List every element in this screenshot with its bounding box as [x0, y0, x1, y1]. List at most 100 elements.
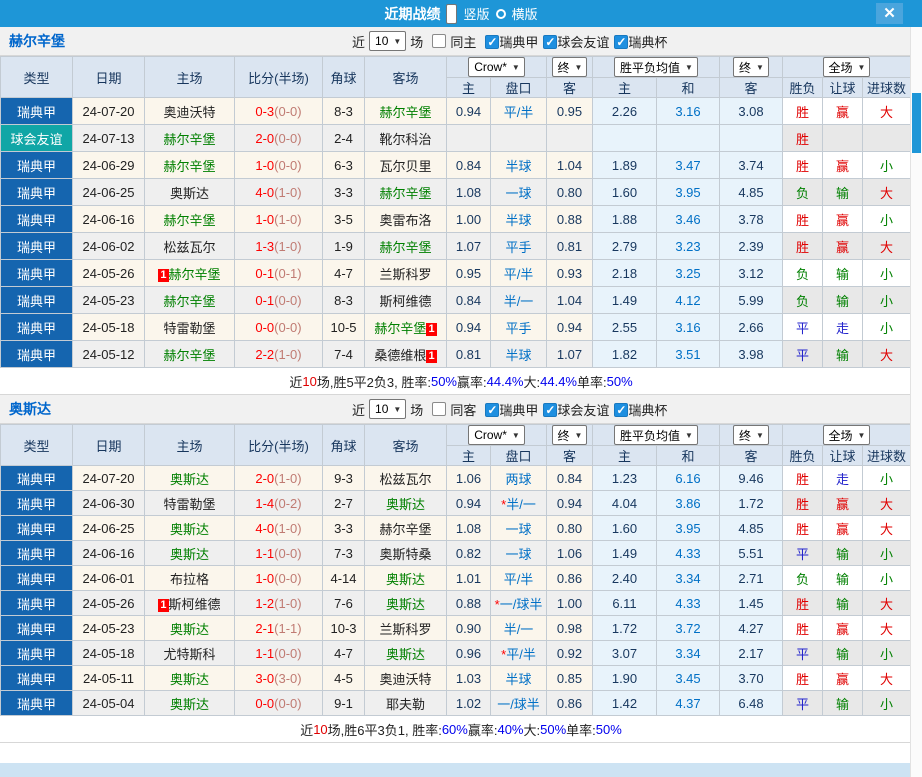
- cell-score: 2-2(1-0): [234, 340, 323, 368]
- cell-type: 瑞典甲: [0, 151, 73, 179]
- cell-type: 瑞典甲: [0, 540, 73, 566]
- team-label: 赫尔辛堡: [374, 320, 427, 336]
- cell-score: 1-0(0-0): [234, 565, 323, 591]
- cell-corners: 7-3: [322, 540, 365, 566]
- league-checkbox[interactable]: [485, 34, 500, 49]
- summary-segment: 赢率:: [457, 374, 487, 390]
- summary-segment: 10: [302, 373, 317, 389]
- bookmaker-select[interactable]: Crow* ▼: [468, 425, 525, 445]
- cell-type: 瑞典甲: [0, 465, 73, 491]
- halftime-score: (0-0): [274, 130, 302, 146]
- cell-avg-away: 4.85: [719, 178, 783, 206]
- team-label: 赫尔辛堡: [379, 239, 432, 255]
- chevron-down-icon: ▼: [574, 62, 583, 72]
- cell-date: 24-05-26: [72, 590, 145, 616]
- team-label: 赫尔辛堡: [163, 293, 216, 309]
- league-checkbox[interactable]: [543, 402, 558, 417]
- odds-stage-select[interactable]: 终 ▼: [551, 425, 588, 445]
- recent-results-window: 近期战绩 竖版 横版 ✕ 赫尔辛堡 近 10▼ 场 同主 瑞典甲球会友谊瑞典杯: [0, 0, 922, 777]
- league-checkbox[interactable]: [485, 402, 500, 417]
- cell-avg-away: 3.12: [719, 259, 783, 287]
- cell-odds-home: 1.03: [446, 665, 491, 691]
- cell-away-team: 奥迪沃特: [364, 665, 447, 691]
- cell-type: 瑞典甲: [0, 286, 73, 314]
- cell-corners: 4-7: [322, 640, 365, 666]
- fulltime-score: 1-1: [255, 645, 275, 661]
- halftime-score: (1-0): [274, 211, 302, 227]
- col-avg-away: 客: [719, 77, 783, 98]
- league-checkbox[interactable]: [614, 34, 629, 49]
- avg-stage-select[interactable]: 终 ▼: [733, 425, 769, 445]
- red-card-badge: 1: [158, 268, 169, 282]
- cell-result-goals: 大: [862, 490, 911, 516]
- match-row: 瑞典甲 24-05-11 奥斯达 3-0(3-0) 4-5 奥迪沃特 1.03 半球 0.85 1…: [0, 665, 911, 691]
- cell-home-team: 特雷勒堡: [144, 313, 235, 341]
- match-row: 瑞典甲 24-05-18 尤特斯科 1-1(0-0) 4-7 奥斯达 0.96 *平/半 0.9…: [0, 640, 911, 666]
- cell-result-wdl: 负: [782, 565, 823, 591]
- league-checkbox[interactable]: [614, 402, 629, 417]
- cell-odds-home: 0.94: [446, 97, 491, 125]
- cell-result-handicap: 输: [822, 178, 863, 206]
- cell-result-wdl: 平: [782, 640, 823, 666]
- cell-odds-away: 1.04: [546, 286, 593, 314]
- cell-corners: 2-4: [322, 124, 365, 152]
- cell-avg-home: 1.49: [592, 286, 657, 314]
- fulltime-score: 4-0: [255, 184, 275, 200]
- col-avg-away: 客: [719, 445, 783, 466]
- horizontal-layout-radio[interactable]: [495, 8, 506, 19]
- halftime-score: (0-0): [274, 545, 302, 561]
- fulltime-score: 4-0: [255, 520, 275, 536]
- match-row: 瑞典甲 24-06-16 赫尔辛堡 1-0(1-0) 3-5 奥雷布洛 1.00 半球 0.88…: [0, 205, 911, 233]
- fulltime-select[interactable]: 全场 ▼: [822, 57, 871, 77]
- cell-type: 瑞典甲: [0, 565, 73, 591]
- cell-handicap: 一球: [490, 540, 547, 566]
- match-count-select[interactable]: 10 ▼: [369, 399, 407, 419]
- cell-odds-home: 0.90: [446, 615, 491, 641]
- cell-odds-away: 0.94: [546, 313, 593, 341]
- cell-corners: 9-1: [322, 690, 365, 716]
- cell-score: 2-1(1-1): [234, 615, 323, 641]
- cell-score: 0-0(0-0): [234, 690, 323, 716]
- close-icon: ✕: [883, 5, 896, 22]
- scrollbar[interactable]: [910, 27, 922, 777]
- cell-away-team: 赫尔辛堡: [364, 232, 447, 260]
- bookmaker-select[interactable]: Crow* ▼: [468, 57, 525, 77]
- odds-stage-select[interactable]: 终 ▼: [551, 57, 588, 77]
- close-button[interactable]: ✕: [876, 3, 903, 24]
- cell-handicap: 半/一: [490, 286, 547, 314]
- vertical-layout-radio[interactable]: [446, 3, 458, 24]
- cell-odds-home: 0.88: [446, 590, 491, 616]
- team-label: 赫尔辛堡: [168, 266, 221, 282]
- scrollbar-thumb[interactable]: [912, 93, 921, 153]
- cell-type: 瑞典甲: [0, 259, 73, 287]
- league-checkbox[interactable]: [543, 34, 558, 49]
- cell-handicap: *平/半: [490, 640, 547, 666]
- cell-date: 24-06-01: [72, 565, 145, 591]
- games-label: 场: [410, 34, 424, 50]
- fulltime-select[interactable]: 全场 ▼: [822, 425, 871, 445]
- cell-avg-home: 1.90: [592, 665, 657, 691]
- avg-odds-select[interactable]: 胜平负均值 ▼: [614, 425, 698, 445]
- cell-result-wdl: 平: [782, 690, 823, 716]
- avg-stage-select[interactable]: 终 ▼: [733, 57, 769, 77]
- cell-score: 1-4(0-2): [234, 490, 323, 516]
- halftime-score: (0-0): [274, 319, 302, 335]
- team-label: 赫尔辛堡: [379, 521, 432, 537]
- cell-avg-home: 4.04: [592, 490, 657, 516]
- cell-score: 2-0(1-0): [234, 465, 323, 491]
- same-venue-checkbox[interactable]: [432, 402, 447, 416]
- cell-type: 瑞典甲: [0, 690, 73, 716]
- halftime-score: (0-0): [274, 645, 302, 661]
- cell-result-wdl: 胜: [782, 490, 823, 516]
- same-venue-checkbox[interactable]: [432, 34, 447, 48]
- cell-avg-away: 1.72: [719, 490, 783, 516]
- summary-segment: 60%: [441, 721, 468, 737]
- cell-odds-home: 1.06: [446, 465, 491, 491]
- match-count-select[interactable]: 10 ▼: [369, 31, 407, 51]
- match-row: 瑞典甲 24-07-20 奥斯达 2-0(1-0) 9-3 松兹瓦尔 1.06 两球 0.84 1…: [0, 465, 911, 491]
- summary-segment: 50%: [540, 721, 567, 737]
- cell-score: 4-0(1-0): [234, 178, 323, 206]
- cell-handicap: 半/一: [490, 615, 547, 641]
- cell-away-team: 奥雷布洛: [364, 205, 447, 233]
- avg-odds-select[interactable]: 胜平负均值 ▼: [614, 57, 698, 77]
